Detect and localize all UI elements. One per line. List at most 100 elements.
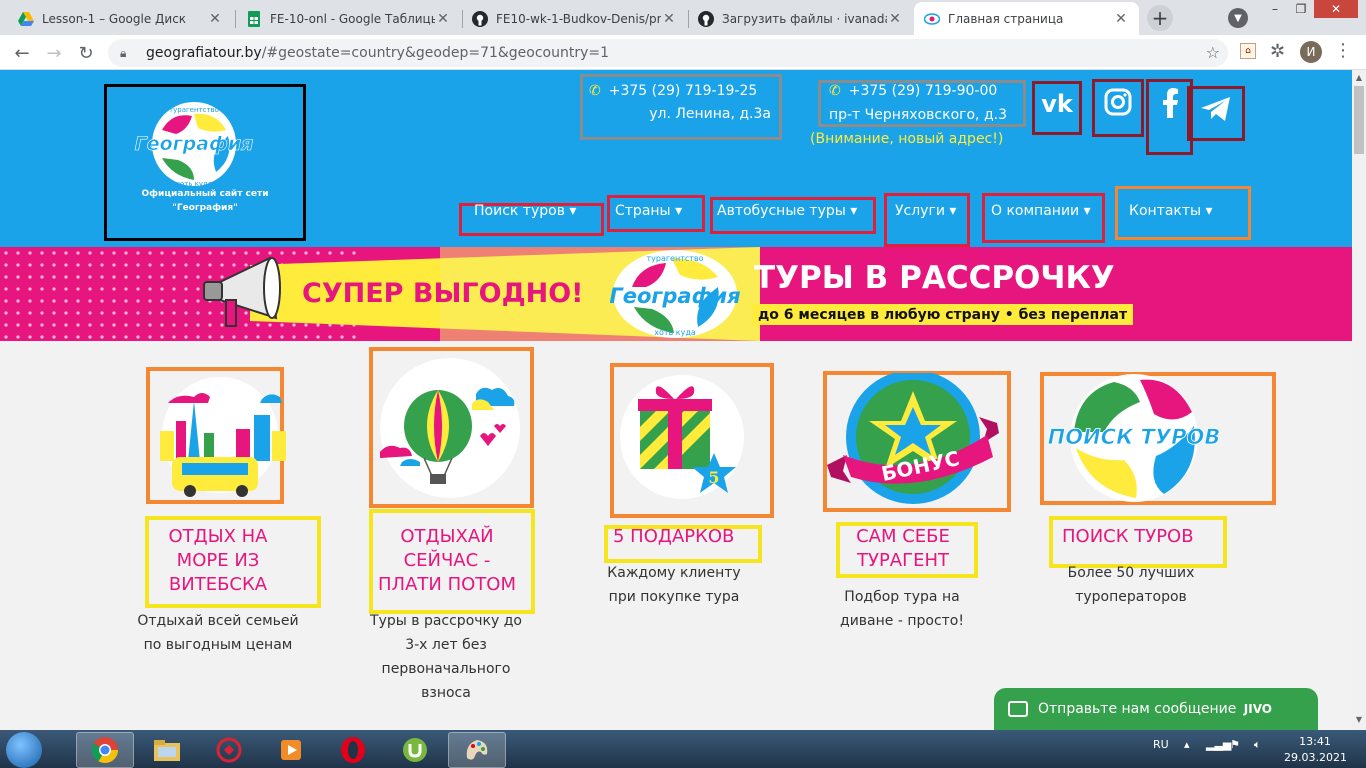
browser-tab[interactable]: Загрузить файлы · ivanadamo ✕ [688, 2, 913, 35]
caret-down-icon: ▾ [1083, 203, 1091, 219]
chat-widget-button[interactable]: Отправьте нам сообщение JIVO [994, 688, 1318, 730]
chrome-icon[interactable] [76, 732, 134, 768]
telegram-link[interactable] [1187, 86, 1245, 141]
url-path: /#geostate=country&geodep=71&geocountry=… [261, 45, 610, 61]
scroll-up-icon[interactable]: ▲ [1352, 70, 1366, 84]
clock-date: 29.03.2021 [1284, 751, 1347, 764]
geografia-logo[interactable]: География турагентство хоть куда [132, 100, 256, 190]
facebook-link[interactable] [1146, 79, 1193, 155]
instagram-icon [1104, 88, 1132, 116]
start-button[interactable] [6, 732, 42, 768]
close-window-icon[interactable]: ✕ [1314, 0, 1358, 18]
tab-search-icon[interactable]: ▼ [1228, 8, 1248, 28]
browser-tab[interactable]: FE10-wk-1-Budkov-Denis/prin ✕ [462, 2, 687, 35]
browser-menu-icon[interactable]: ⋮ [1334, 40, 1352, 61]
browser-tab-strip: Lesson-1 – Google Диск ✕ FE-10-onl - Goo… [0, 0, 1366, 35]
gift-icon[interactable]: 5 [614, 367, 762, 515]
site-favicon [924, 11, 940, 27]
nav-countries[interactable]: Страны ▾ [615, 203, 682, 219]
feature-title[interactable]: 5 ПОДАРКОВ [613, 525, 734, 549]
phone-line[interactable]: ✆ +375 (29) 719-19-25 [589, 83, 771, 99]
banner-logo: География турагентство хоть куда [610, 250, 740, 338]
close-tab-icon[interactable]: ✕ [435, 11, 451, 27]
browser-tab[interactable]: FE-10-onl - Google Таблицы ✕ [236, 2, 461, 35]
extension-icon[interactable]: ⌂ [1240, 43, 1256, 59]
feature-description: Более 50 лучших туроператоров [1067, 565, 1195, 605]
github-icon [472, 10, 488, 27]
feature-description: Подбор тура на диване - просто! [840, 589, 964, 629]
minimize-icon[interactable]: – [1262, 0, 1288, 18]
browser-toolbar: ← → ↻ 🔒︎ geografiatour.by/#geostate=coun… [0, 35, 1366, 70]
browser-tab[interactable]: Lesson-1 – Google Диск ✕ [8, 2, 233, 35]
feature-description: Отдыхай всей семьей по выгодным ценам [137, 613, 299, 653]
nav-tours-search[interactable]: Поиск туров ▾ [474, 203, 576, 219]
feature-title[interactable]: ОТДЫХАЙ СЕЙЧАС - ПЛАТИ ПОТОМ [372, 525, 522, 597]
language-indicator[interactable]: RU [1153, 738, 1169, 751]
nav-bus-tours[interactable]: Автобусные туры ▾ [717, 203, 857, 219]
phone-number: +375 (29) 719-19-25 [608, 83, 758, 99]
close-tab-icon[interactable]: ✕ [1113, 11, 1129, 27]
file-explorer-icon[interactable] [138, 732, 196, 768]
paint-icon[interactable] [448, 732, 506, 768]
google-sheets-icon [246, 10, 262, 27]
caret-down-icon: ▾ [675, 203, 683, 219]
forward-icon[interactable]: → [42, 41, 66, 65]
github-icon [698, 10, 714, 27]
bookmark-star-icon[interactable]: ☆ [1206, 43, 1220, 62]
media-player-icon[interactable] [262, 732, 320, 768]
reload-icon[interactable]: ↻ [74, 41, 98, 65]
contact-box: ✆ +375 (29) 719-90-00 пр-т Черняховского… [818, 80, 1026, 127]
close-tab-icon[interactable]: ✕ [887, 11, 903, 27]
close-tab-icon[interactable]: ✕ [207, 11, 223, 27]
close-tab-icon[interactable]: ✕ [661, 11, 677, 27]
city-bus-icon[interactable] [150, 371, 300, 501]
tab-title: FE-10-onl - Google Таблицы [270, 11, 435, 26]
feature-title[interactable]: ОТДЫХ НА МОРЕ ИЗ ВИТЕБСКА [150, 525, 286, 597]
address-text: ул. Ленина, д.3а [649, 106, 771, 122]
taskbar-clock[interactable]: 13:41 29.03.2021 [1284, 734, 1347, 766]
url-host: geografiatour.by [146, 45, 262, 61]
scroll-down-icon[interactable]: ▼ [1352, 712, 1366, 726]
phone-number: +375 (29) 719-90-00 [848, 83, 998, 99]
feature-title[interactable]: ПОИСК ТУРОВ [1062, 525, 1194, 549]
phone-icon: ✆ [829, 83, 841, 99]
utorrent-icon[interactable] [386, 732, 444, 768]
nav-frame [884, 193, 970, 247]
feature-title[interactable]: САМ СЕБЕ ТУРАГЕНТ [840, 525, 966, 573]
nav-services[interactable]: Услуги ▾ [895, 203, 956, 219]
instagram-link[interactable] [1092, 79, 1144, 137]
scrollbar-thumb[interactable] [1354, 86, 1364, 154]
maximize-icon[interactable]: ❐ [1288, 0, 1314, 18]
vk-link[interactable]: vk [1032, 81, 1082, 135]
bonus-star-icon[interactable]: БОНУС [827, 373, 1007, 509]
address-bar[interactable]: 🔒︎ geografiatour.by/#geostate=country&ge… [108, 39, 1228, 67]
tab-title: Главная страница [948, 11, 1064, 26]
opera-icon[interactable] [324, 732, 382, 768]
action-center-icon[interactable]: ⚑ [1230, 738, 1240, 751]
app-icon[interactable] [200, 732, 258, 768]
feature-description: Каждому клиенту при покупке тура [607, 565, 741, 605]
logo-top-text: турагентство [169, 106, 219, 114]
phone-icon: ✆ [589, 83, 601, 99]
phone-line[interactable]: ✆ +375 (29) 719-90-00 [829, 83, 1015, 99]
caret-down-icon: ▾ [1205, 203, 1213, 219]
hot-air-balloon-icon[interactable] [376, 354, 526, 504]
extensions-puzzle-icon[interactable]: ✲ [1270, 41, 1285, 62]
browser-tab-active[interactable]: Главная страница ✕ [914, 2, 1139, 35]
tour-search-icon[interactable]: ПОИСК ТУРОВ [1044, 372, 1274, 502]
banner-title: ТУРЫ В РАССРОЧКУ [754, 260, 1115, 296]
new-tab-button[interactable]: + [1147, 5, 1173, 31]
tab-title: FE10-wk-1-Budkov-Denis/prin [496, 11, 661, 26]
nav-about[interactable]: О компании ▾ [991, 203, 1091, 219]
nav-label: Контакты [1129, 203, 1202, 219]
volume-icon[interactable]: 🔈︎ [1254, 738, 1261, 752]
tray-expand-icon[interactable]: ▴ [1184, 738, 1190, 751]
nav-label: Услуги [895, 203, 945, 219]
banner-logo-top-text: турагентство [646, 254, 703, 263]
page-scrollbar[interactable] [1352, 70, 1366, 730]
network-icon[interactable]: ▂▃▅ [1206, 738, 1231, 751]
profile-avatar[interactable]: И [1300, 41, 1322, 63]
back-icon[interactable]: ← [10, 41, 34, 65]
nav-contacts[interactable]: Контакты ▾ [1129, 203, 1213, 219]
svg-text:vk: vk [1041, 90, 1074, 116]
